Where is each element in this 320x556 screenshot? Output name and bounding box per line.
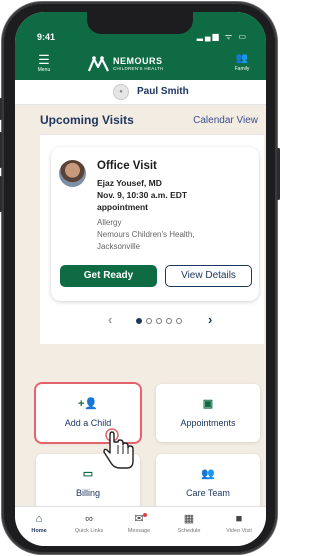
nemours-logo: NEMOURS CHILDREN'S HEALTH bbox=[88, 55, 198, 75]
pager-next-icon[interactable]: › bbox=[208, 312, 212, 327]
link-icon: ∞ bbox=[85, 513, 93, 525]
visit-location-line1: Nemours Children's Health, bbox=[97, 230, 195, 239]
care-team-tile[interactable]: 👥 Care Team bbox=[156, 454, 260, 512]
tile-label: Appointments bbox=[180, 418, 236, 428]
pager-prev-icon[interactable]: ‹ bbox=[108, 312, 112, 327]
logo-mark-icon bbox=[88, 56, 109, 72]
nav-label: Schedule bbox=[177, 528, 201, 534]
schedule-icon: ▦ bbox=[183, 513, 195, 525]
nav-label: Video Visit bbox=[226, 528, 252, 534]
doctor-name: Ejaz Yousef, MD bbox=[97, 178, 162, 188]
visit-time: Nov. 9, 10:30 a.m. EDT bbox=[97, 190, 188, 200]
phone-frame: 9:41 ▂▄▆ ᯤ ▭ ☰ Menu NEMOURS CHILDREN'S H… bbox=[0, 2, 280, 554]
view-details-button[interactable]: View Details bbox=[165, 265, 252, 287]
volume-up-button bbox=[0, 132, 2, 168]
doctor-photo bbox=[59, 160, 86, 187]
status-icons: ▂▄▆ ᯤ ▭ bbox=[196, 32, 248, 41]
pager-dot[interactable] bbox=[136, 318, 142, 324]
visit-pager: ‹ › bbox=[40, 311, 264, 329]
tile-label: Care Team bbox=[186, 488, 230, 498]
visit-appointment-label: appointment bbox=[97, 202, 148, 212]
get-ready-button[interactable]: Get Ready bbox=[60, 265, 157, 287]
pager-dots bbox=[136, 318, 186, 324]
pager-dot[interactable] bbox=[156, 318, 162, 324]
nav-label: Quick Links bbox=[74, 528, 104, 534]
app-screen: 9:41 ▂▄▆ ᯤ ▭ ☰ Menu NEMOURS CHILDREN'S H… bbox=[15, 12, 266, 546]
home-icon: ⌂ bbox=[35, 513, 43, 525]
visit-type: Office Visit bbox=[97, 160, 157, 172]
nav-label: Home bbox=[31, 528, 47, 534]
family-label: Family bbox=[234, 66, 250, 72]
visit-department: Allergy bbox=[97, 218, 122, 227]
appointments-tile[interactable]: ▣ Appointments bbox=[156, 384, 260, 442]
nav-schedule[interactable]: ▦ Schedule bbox=[167, 512, 211, 534]
logo-subtext: CHILDREN'S HEALTH bbox=[113, 66, 164, 71]
pager-dot[interactable] bbox=[176, 318, 182, 324]
hamburger-icon: ☰ bbox=[38, 52, 50, 67]
video-icon: ■ bbox=[235, 513, 243, 525]
power-button bbox=[277, 148, 280, 200]
bottom-nav: ⌂ Home ∞ Quick Links ✉ Message ▦ Schedul… bbox=[15, 506, 266, 546]
menu-label: Menu bbox=[37, 67, 51, 73]
unread-badge bbox=[143, 513, 147, 517]
patient-avatar: ● bbox=[113, 84, 129, 100]
nav-label: Message bbox=[127, 528, 151, 534]
add-person-icon: +👤 bbox=[77, 398, 99, 410]
visits-panel: Office Visit Ejaz Yousef, MD Nov. 9, 10:… bbox=[40, 134, 264, 344]
tile-label: Billing bbox=[75, 488, 100, 498]
nav-home[interactable]: ⌂ Home bbox=[17, 512, 61, 534]
calendar-icon: ▣ bbox=[202, 398, 214, 410]
group-icon: 👥 bbox=[201, 468, 215, 480]
family-icon: 👥 bbox=[235, 53, 249, 64]
menu-button[interactable]: ☰ Menu bbox=[33, 52, 55, 73]
status-time: 9:41 bbox=[37, 32, 56, 42]
patient-name: Paul Smith bbox=[137, 86, 189, 97]
tap-pointer-hand-icon bbox=[103, 428, 134, 469]
app-header: 9:41 ▂▄▆ ᯤ ▭ ☰ Menu NEMOURS CHILDREN'S H… bbox=[15, 12, 266, 80]
message-icon: ✉ bbox=[134, 513, 144, 525]
upcoming-visits-title: Upcoming Visits bbox=[40, 113, 134, 127]
visit-card[interactable]: Office Visit Ejaz Yousef, MD Nov. 9, 10:… bbox=[51, 147, 259, 301]
visit-location-line2: Jacksonville bbox=[97, 242, 141, 251]
volume-down-button bbox=[0, 176, 2, 212]
nav-message[interactable]: ✉ Message bbox=[117, 512, 161, 534]
phone-notch bbox=[87, 12, 193, 34]
pager-dot[interactable] bbox=[166, 318, 172, 324]
nav-video-visit[interactable]: ■ Video Visit bbox=[217, 512, 261, 534]
nav-quick-links[interactable]: ∞ Quick Links bbox=[67, 512, 111, 534]
mute-switch bbox=[0, 98, 2, 120]
logo-text: NEMOURS bbox=[113, 56, 163, 66]
pager-dot[interactable] bbox=[146, 318, 152, 324]
patient-selector[interactable]: ● Paul Smith bbox=[15, 80, 266, 105]
calendar-view-link[interactable]: Calendar View bbox=[193, 115, 258, 126]
family-button[interactable]: 👥 Family bbox=[231, 53, 253, 72]
